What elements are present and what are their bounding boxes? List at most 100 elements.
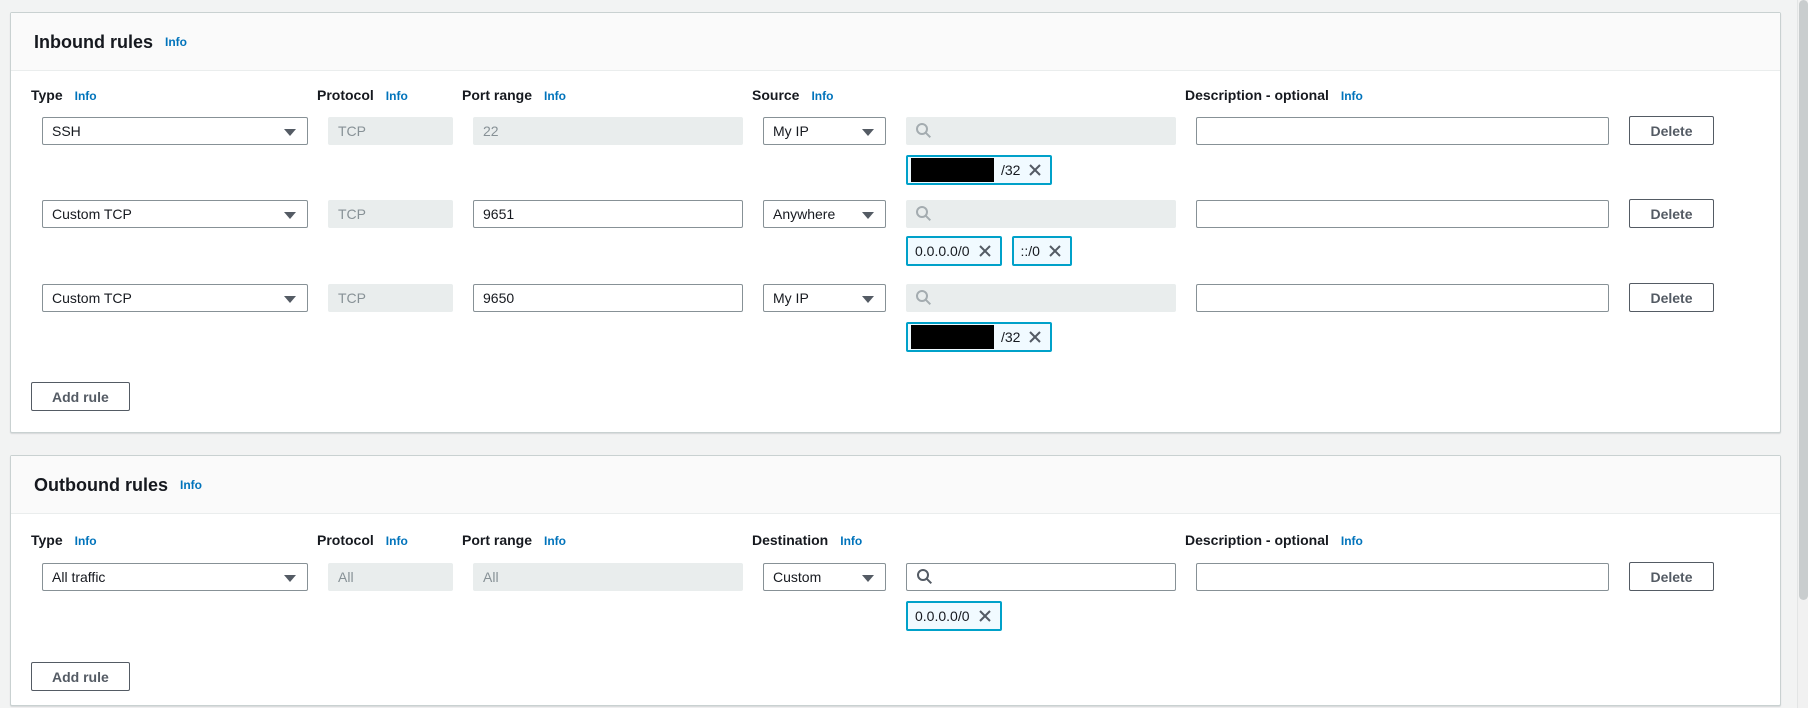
inbound-rule-row: Custom TCP Anywhere Delete <box>11 199 1780 228</box>
type-column-label: Type <box>31 87 63 104</box>
cidr-chip: ::/0 <box>1012 236 1072 266</box>
remove-chip-icon[interactable] <box>1047 243 1063 259</box>
inbound-rules-panel: Inbound rules Info Type Info Protocol Info… <box>10 12 1781 433</box>
source-search-input <box>906 284 1176 312</box>
outbound-panel-title: Outbound rules <box>34 476 168 494</box>
description-info-link[interactable]: Info <box>1341 90 1363 102</box>
source-info-link[interactable]: Info <box>811 90 833 102</box>
search-icon <box>915 289 932 306</box>
protocol-column-label: Protocol <box>317 532 374 549</box>
protocol-info-link[interactable]: Info <box>386 90 408 102</box>
protocol-info-link[interactable]: Info <box>386 535 408 547</box>
chevron-down-icon <box>862 296 874 303</box>
outbound-title-info-link[interactable]: Info <box>180 479 202 491</box>
remove-chip-icon[interactable] <box>1027 162 1043 178</box>
delete-rule-button[interactable]: Delete <box>1629 283 1714 312</box>
cidr-chip-row: /32 <box>11 155 1780 185</box>
source-search-input <box>906 200 1176 228</box>
remove-chip-icon[interactable] <box>977 243 993 259</box>
type-select[interactable]: Custom TCP <box>42 200 308 228</box>
cidr-chip: 0.0.0.0/0 <box>906 601 1002 631</box>
outbound-column-headers: Type Info Protocol Info Port range Info Des… <box>11 532 1780 549</box>
cidr-chip-text: /32 <box>1001 329 1020 345</box>
search-icon <box>915 122 932 139</box>
description-column-label: Description - optional <box>1185 532 1329 549</box>
source-select[interactable]: Anywhere <box>763 200 886 228</box>
destination-search-input[interactable] <box>906 563 1176 591</box>
remove-chip-icon[interactable] <box>1027 329 1043 345</box>
inbound-add-rule-wrap: Add rule <box>11 382 1780 411</box>
source-select[interactable]: My IP <box>763 117 886 145</box>
port-range-column-label: Port range <box>462 532 532 549</box>
protocol-input <box>328 563 453 591</box>
cidr-chip-row: 0.0.0.0/0 <box>11 601 1780 631</box>
port-range-column-label: Port range <box>462 87 532 104</box>
cidr-chip-text: ::/0 <box>1021 243 1040 259</box>
inbound-rule-row: SSH My IP Delete <box>11 116 1780 145</box>
outbound-add-rule-wrap: Add rule <box>11 662 1780 691</box>
inbound-column-headers: Type Info Protocol Info Port range Info Sou… <box>11 87 1780 104</box>
protocol-input <box>328 284 453 312</box>
outbound-rules-panel: Outbound rules Info Type Info Protocol Inf… <box>10 455 1781 706</box>
outbound-panel-header: Outbound rules Info <box>11 456 1780 514</box>
cidr-chip-text: 0.0.0.0/0 <box>915 243 970 259</box>
port-range-input <box>473 563 743 591</box>
inbound-panel-body: Type Info Protocol Info Port range Info Sou… <box>11 87 1780 432</box>
redacted-ip <box>911 325 994 349</box>
destination-column-label: Destination <box>752 532 828 549</box>
description-input[interactable] <box>1196 284 1609 312</box>
port-range-input[interactable] <box>473 284 743 312</box>
description-input[interactable] <box>1196 200 1609 228</box>
remove-chip-icon[interactable] <box>977 608 993 624</box>
cidr-chip: 0.0.0.0/0 <box>906 236 1002 266</box>
protocol-input <box>328 200 453 228</box>
cidr-chip: /32 <box>906 322 1052 352</box>
type-info-link[interactable]: Info <box>75 90 97 102</box>
delete-rule-button[interactable]: Delete <box>1629 199 1714 228</box>
chevron-down-icon <box>862 212 874 219</box>
chevron-down-icon <box>284 129 296 136</box>
destination-info-link[interactable]: Info <box>840 535 862 547</box>
chevron-down-icon <box>284 212 296 219</box>
cidr-chip-row: /32 <box>11 322 1780 352</box>
port-range-info-link[interactable]: Info <box>544 535 566 547</box>
outbound-panel-body: Type Info Protocol Info Port range Info Des… <box>11 532 1780 705</box>
scrollbar[interactable] <box>1797 0 1808 708</box>
cidr-chip-text: 0.0.0.0/0 <box>915 608 970 624</box>
delete-rule-button[interactable]: Delete <box>1629 562 1714 591</box>
description-input[interactable] <box>1196 563 1609 591</box>
cidr-chip-text: /32 <box>1001 162 1020 178</box>
inbound-panel-title: Inbound rules <box>34 33 153 51</box>
description-info-link[interactable]: Info <box>1341 535 1363 547</box>
cidr-chip-row: 0.0.0.0/0 ::/0 <box>11 236 1780 266</box>
delete-rule-button[interactable]: Delete <box>1629 116 1714 145</box>
chevron-down-icon <box>284 296 296 303</box>
inbound-title-info-link[interactable]: Info <box>165 36 187 48</box>
description-input[interactable] <box>1196 117 1609 145</box>
type-select[interactable]: Custom TCP <box>42 284 308 312</box>
destination-select[interactable]: Custom <box>763 563 886 591</box>
protocol-column-label: Protocol <box>317 87 374 104</box>
inbound-panel-header: Inbound rules Info <box>11 13 1780 71</box>
port-range-input[interactable] <box>473 200 743 228</box>
type-select[interactable]: All traffic <box>42 563 308 591</box>
chevron-down-icon <box>284 575 296 582</box>
chevron-down-icon <box>862 129 874 136</box>
search-icon <box>915 205 932 222</box>
port-range-info-link[interactable]: Info <box>544 90 566 102</box>
type-info-link[interactable]: Info <box>75 535 97 547</box>
type-select[interactable]: SSH <box>42 117 308 145</box>
inbound-rule-row: Custom TCP My IP Delete <box>11 283 1780 312</box>
add-rule-button[interactable]: Add rule <box>31 382 130 411</box>
source-column-label: Source <box>752 87 799 104</box>
protocol-input <box>328 117 453 145</box>
add-rule-button[interactable]: Add rule <box>31 662 130 691</box>
page: { "theme": { "accent_link_color": "#0073… <box>0 0 1808 708</box>
chevron-down-icon <box>862 575 874 582</box>
source-search-input <box>906 117 1176 145</box>
scrollbar-thumb[interactable] <box>1799 0 1808 600</box>
search-icon <box>916 568 933 585</box>
type-column-label: Type <box>31 532 63 549</box>
cidr-chip: /32 <box>906 155 1052 185</box>
source-select[interactable]: My IP <box>763 284 886 312</box>
